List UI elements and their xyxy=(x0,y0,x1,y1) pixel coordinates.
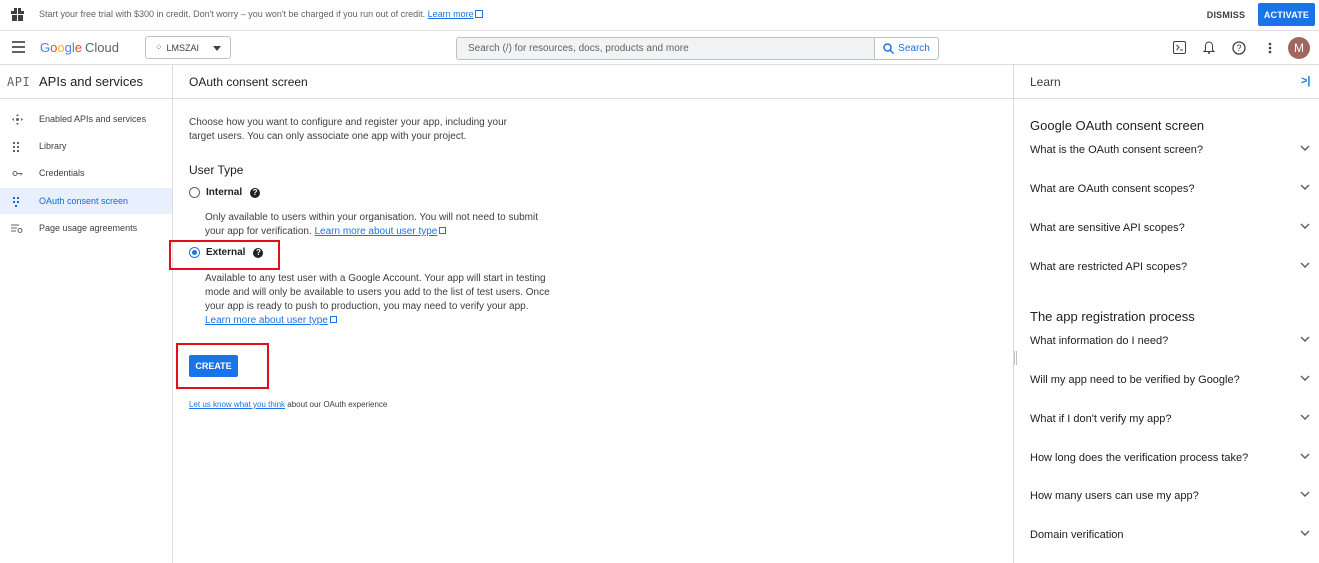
key-icon xyxy=(11,167,23,179)
faq-item[interactable]: How long does the verification process t… xyxy=(1030,452,1310,464)
external-description: Available to any test user with a Google… xyxy=(205,273,550,326)
chevron-down-icon xyxy=(1300,530,1310,536)
help-icon[interactable]: ? xyxy=(1231,40,1246,55)
chevron-down-icon xyxy=(1300,262,1310,268)
faq-item[interactable]: Domain verification xyxy=(1030,529,1310,541)
chevron-down-icon xyxy=(1300,145,1310,151)
faq-item[interactable]: Will my app need to be verified by Googl… xyxy=(1030,374,1310,386)
oauth-icon xyxy=(11,195,23,207)
main-content: OAuth consent screen Choose how you want… xyxy=(169,65,1013,563)
help-icon[interactable]: ? xyxy=(253,247,264,258)
panel-resize-handle[interactable] xyxy=(1014,351,1017,365)
left-nav: API APIs and services Enabled APIs and s… xyxy=(0,65,173,563)
faq-item[interactable]: What are restricted API scopes? xyxy=(1030,261,1310,273)
project-icon: ⁘ xyxy=(155,42,163,52)
settings-list-icon xyxy=(11,222,23,234)
create-button[interactable]: CREATE xyxy=(189,355,238,377)
main-header: OAuth consent screen xyxy=(173,65,1013,99)
project-name: LMSZAI xyxy=(166,42,200,53)
collapse-panel-icon[interactable]: >| xyxy=(1301,75,1311,87)
sidebar-item-enabled-apis[interactable]: Enabled APIs and services xyxy=(0,106,172,132)
enabled-apis-icon xyxy=(11,113,23,125)
api-logo-icon: API xyxy=(7,75,31,89)
user-type-heading: User Type xyxy=(189,163,244,177)
search-input[interactable] xyxy=(456,37,875,60)
chevron-down-icon xyxy=(1300,336,1310,342)
help-icon[interactable]: ? xyxy=(250,187,261,198)
dismiss-button[interactable]: DISMISS xyxy=(1200,7,1252,23)
faq-item[interactable]: How many users can use my app? xyxy=(1030,490,1310,502)
internal-option[interactable]: Internal ? xyxy=(189,187,261,198)
learn-title: Learn xyxy=(1030,75,1061,89)
library-icon xyxy=(11,140,23,152)
feedback-text: Let us know what you think about our OAu… xyxy=(189,400,388,409)
learn-header: Learn >| xyxy=(1014,65,1319,99)
external-link-icon xyxy=(439,227,447,234)
external-link-icon xyxy=(474,10,483,18)
search-icon xyxy=(883,43,895,54)
top-header: GoogleCloud ⁘ LMSZAI Search ? M xyxy=(0,31,1319,65)
gift-icon xyxy=(11,8,24,21)
section-title-oauth: Google OAuth consent screen xyxy=(1030,118,1205,133)
activate-button[interactable]: ACTIVATE xyxy=(1258,3,1315,26)
banner-learn-more-link[interactable]: Learn more xyxy=(428,9,474,19)
sidebar-item-oauth-consent[interactable]: OAuth consent screen xyxy=(0,188,172,214)
intro-text: Choose how you want to configure and reg… xyxy=(189,117,507,142)
chevron-down-icon xyxy=(213,46,221,51)
learn-panel: Learn >| Google OAuth consent screen Wha… xyxy=(1013,65,1319,563)
faq-item[interactable]: What are OAuth consent scopes? xyxy=(1030,183,1310,195)
faq-item[interactable]: What information do I need? xyxy=(1030,335,1310,347)
faq-item[interactable]: What are sensitive API scopes? xyxy=(1030,222,1310,234)
more-vert-icon[interactable] xyxy=(1262,40,1277,55)
chevron-down-icon xyxy=(1300,453,1310,459)
sidebar-item-library[interactable]: Library xyxy=(0,133,172,159)
avatar[interactable]: M xyxy=(1288,37,1310,59)
search-button[interactable]: Search xyxy=(874,37,939,60)
faq-item[interactable]: What if I don't verify my app? xyxy=(1030,413,1310,425)
sidebar-item-page-usage[interactable]: Page usage agreements xyxy=(0,215,172,241)
menu-icon[interactable] xyxy=(12,41,25,53)
cloud-shell-icon[interactable] xyxy=(1172,40,1187,55)
external-option[interactable]: External ? xyxy=(189,247,264,258)
sidebar-item-credentials[interactable]: Credentials xyxy=(0,160,172,186)
chevron-down-icon xyxy=(1300,491,1310,497)
external-learn-more-link[interactable]: Learn more about user type xyxy=(205,315,328,326)
chevron-down-icon xyxy=(1300,223,1310,229)
svg-text:?: ? xyxy=(1236,43,1241,53)
chevron-down-icon xyxy=(1300,414,1310,420)
internal-learn-more-link[interactable]: Learn more about user type xyxy=(315,226,438,237)
google-cloud-logo[interactable]: Google Cloud xyxy=(40,40,119,55)
chevron-down-icon xyxy=(1300,184,1310,190)
section-title-registration: The app registration process xyxy=(1030,309,1195,324)
feedback-link[interactable]: Let us know what you think xyxy=(189,400,285,409)
banner-message: Start your free trial with $300 in credi… xyxy=(39,9,483,19)
external-radio[interactable] xyxy=(189,247,200,258)
nav-title: APIs and services xyxy=(39,74,144,89)
project-selector[interactable]: ⁘ LMSZAI xyxy=(145,36,231,59)
trial-banner: Start your free trial with $300 in credi… xyxy=(0,0,1319,31)
nav-header: API APIs and services xyxy=(0,65,172,99)
page-title: OAuth consent screen xyxy=(189,75,308,89)
internal-radio[interactable] xyxy=(189,187,200,198)
internal-description: Only available to users within your orga… xyxy=(205,212,538,237)
chevron-down-icon xyxy=(1300,375,1310,381)
faq-item[interactable]: What is the OAuth consent screen? xyxy=(1030,144,1310,156)
external-link-icon xyxy=(329,316,337,323)
notifications-icon[interactable] xyxy=(1201,40,1216,55)
